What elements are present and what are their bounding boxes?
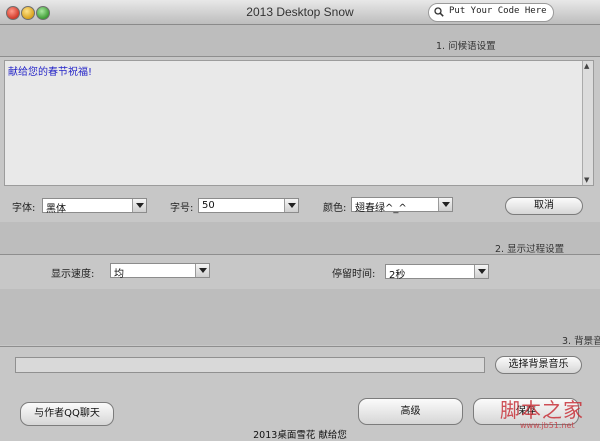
stay-time-select-value: 2秒 [389, 270, 406, 281]
color-select[interactable]: 翅春绿^_^ [351, 197, 453, 214]
color-select-value: 翅春绿^_^ [355, 203, 407, 214]
section3-band [0, 289, 600, 345]
search-icon [434, 7, 444, 17]
vertical-scrollbar[interactable]: ▲ ▼ [582, 61, 593, 185]
stay-time-label: 停留时间: [332, 269, 376, 280]
font-select[interactable]: 黑体 [42, 198, 147, 215]
chevron-down-icon[interactable] [195, 264, 209, 277]
size-select-value: 50 [202, 200, 215, 211]
chevron-down-icon[interactable] [132, 199, 146, 212]
font-label: 字体: [12, 203, 36, 214]
section3-divider [0, 346, 600, 347]
chat-with-author-button-label: 与作者QQ聊天 [34, 408, 100, 419]
advanced-button-label: 高级 [400, 406, 421, 417]
section1-band [0, 25, 600, 56]
color-label: 颜色: [323, 203, 347, 214]
advanced-button[interactable]: 高级 [358, 398, 463, 425]
search-text: Put Your Code Here [449, 6, 547, 16]
chevron-down-icon[interactable] [438, 198, 452, 211]
cancel-button-label: 取消 [534, 200, 554, 211]
stay-time-select[interactable]: 2秒 [385, 264, 489, 281]
cancel-button[interactable]: 取消 [505, 197, 583, 215]
section2-label: 2. 显示过程设置 [495, 244, 565, 255]
watermark-url: www.jb51.net [520, 421, 575, 430]
font-select-value: 黑体 [46, 204, 66, 215]
speed-select[interactable]: 均 [110, 263, 210, 280]
scroll-down-icon[interactable]: ▼ [584, 176, 589, 184]
speed-select-value: 均 [114, 269, 124, 280]
footer-text: 2013桌面雪花 献给您 [253, 430, 347, 441]
section1-divider [0, 56, 600, 57]
music-path-field[interactable] [15, 357, 485, 373]
section1-label: 1. 问候语设置 [436, 41, 496, 52]
greeting-message-textarea[interactable]: 献给您的春节祝福! ▲ ▼ [4, 60, 594, 186]
size-select[interactable]: 50 [198, 198, 299, 213]
chat-with-author-button[interactable]: 与作者QQ聊天 [20, 402, 114, 426]
choose-music-button[interactable]: 选择背景音乐 [495, 356, 582, 374]
title-bar: 2013 Desktop Snow Put Your Code Here [0, 0, 600, 25]
greeting-message-text: 献给您的春节祝福! [8, 67, 93, 78]
section2-divider [0, 254, 600, 255]
scroll-up-icon[interactable]: ▲ [584, 62, 589, 70]
watermark-logo: 脚本之家 [500, 398, 584, 422]
chevron-down-icon[interactable] [474, 265, 488, 278]
size-label: 字号: [170, 203, 194, 214]
section3-label: 3. 背景音 [562, 336, 600, 347]
speed-label: 显示速度: [51, 269, 95, 280]
choose-music-button-label: 选择背景音乐 [508, 359, 569, 370]
chevron-down-icon[interactable] [284, 199, 298, 212]
search-field[interactable]: Put Your Code Here [428, 3, 554, 22]
